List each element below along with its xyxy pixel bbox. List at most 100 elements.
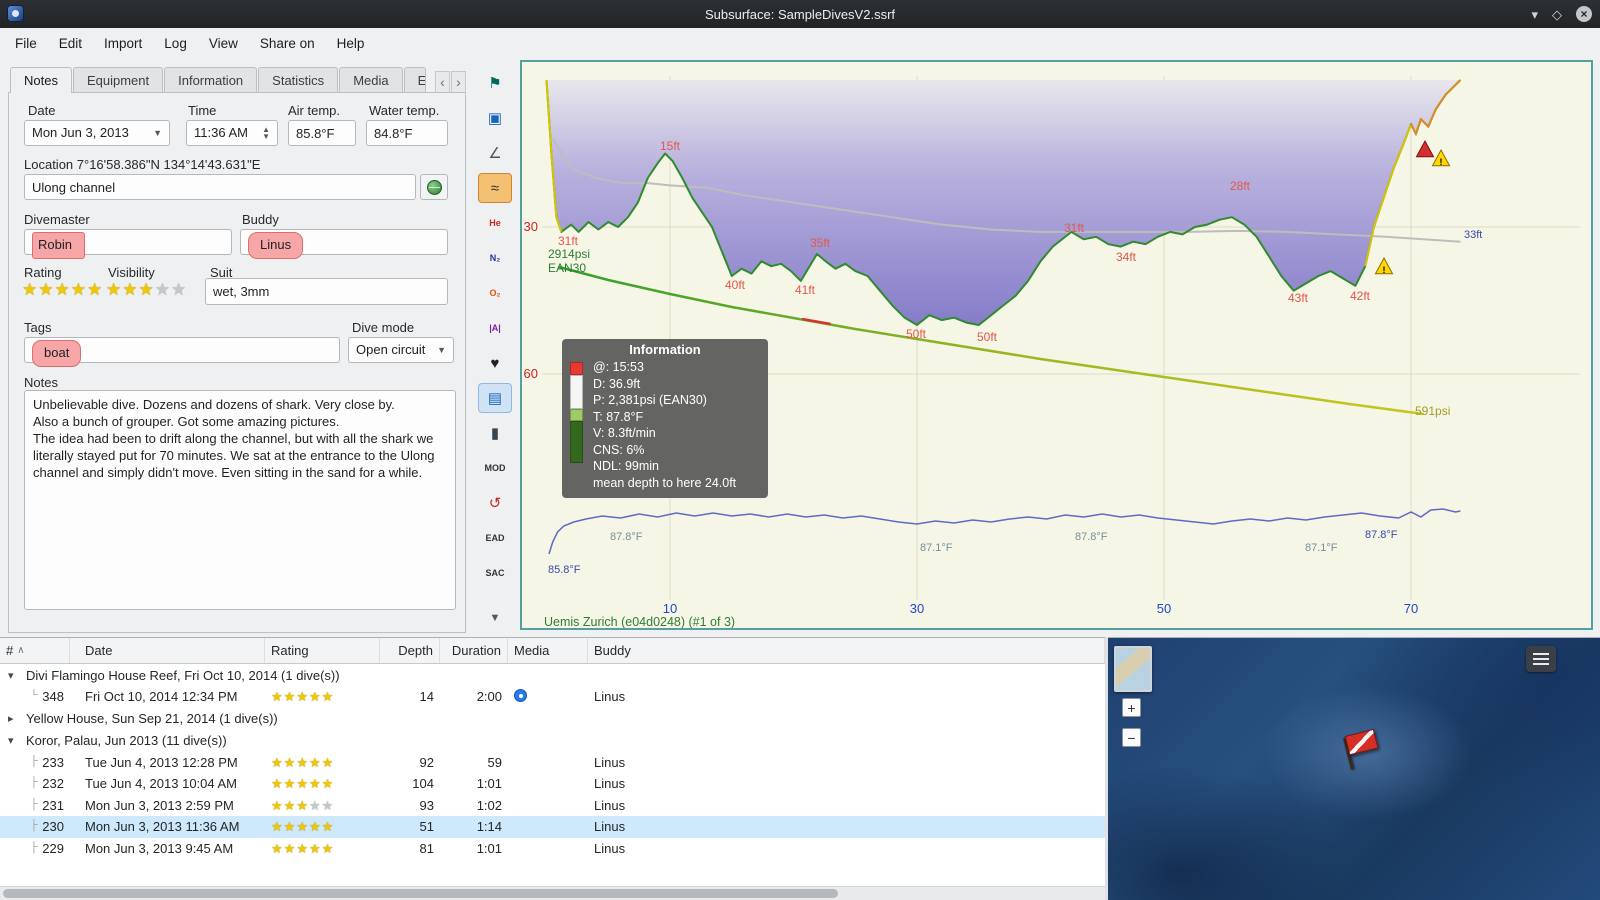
mod-toggle-icon[interactable]: MOD bbox=[478, 453, 512, 483]
time-spinner[interactable]: 11:36 AM ▲ ▼ bbox=[186, 120, 278, 146]
tab-equipment[interactable]: Equipment bbox=[72, 67, 164, 93]
star-rating[interactable]: ★ ★ ★ ★ ★ bbox=[106, 281, 187, 298]
ead-toggle-icon[interactable]: EAD bbox=[478, 523, 512, 553]
column-header-rating[interactable]: Rating bbox=[265, 638, 380, 663]
tab-notes[interactable]: Notes bbox=[10, 67, 72, 93]
menu-import[interactable]: Import bbox=[93, 32, 153, 55]
trip-row[interactable]: ▾ Koror, Palau, Jun 2013 (11 dive(s)) bbox=[0, 729, 1105, 752]
zoom-out-button[interactable]: − bbox=[1122, 728, 1141, 747]
star-rating[interactable]: ★ ★ ★ ★ ★ bbox=[22, 281, 103, 298]
minimize-icon[interactable]: ▾ bbox=[1531, 8, 1538, 21]
rating-stars[interactable]: ★ ★ ★ ★ ★ bbox=[22, 281, 103, 298]
collapse-icon[interactable]: ▾ bbox=[8, 669, 20, 682]
pictures-toggle-icon[interactable]: ▤ bbox=[478, 383, 512, 413]
sac-toggle-icon[interactable]: SAC bbox=[478, 558, 512, 588]
collapse-icon[interactable]: ▾ bbox=[8, 734, 20, 747]
close-icon[interactable]: × bbox=[1576, 6, 1592, 22]
zoom-in-button[interactable]: + bbox=[1122, 698, 1141, 717]
titlebar[interactable]: Subsurface: SampleDivesV2.ssrf ▾ ◇ × bbox=[0, 0, 1600, 28]
star-icon[interactable]: ★ bbox=[55, 281, 71, 298]
air-temp-field[interactable] bbox=[288, 120, 356, 146]
dive-row[interactable]: ├ 229 Mon Jun 3, 2013 9:45 AM ★ ★ ★ ★ ★ 81 1:01 Li… bbox=[0, 837, 1105, 859]
maximize-icon[interactable]: ◇ bbox=[1552, 8, 1562, 21]
divemaster-field[interactable]: Robin bbox=[24, 229, 232, 259]
star-icon[interactable]: ★ bbox=[171, 281, 187, 298]
warning-exclamation: ! bbox=[1440, 157, 1443, 167]
water-temp-label: Water temp. bbox=[369, 103, 440, 118]
menu-edit[interactable]: Edit bbox=[48, 32, 93, 55]
dive-site-marker[interactable] bbox=[1335, 721, 1390, 775]
tab-information[interactable]: Information bbox=[164, 67, 258, 93]
trip-row[interactable]: ▾ Divi Flamingo House Reef, Fri Oct 10, 2… bbox=[0, 664, 1105, 686]
heartrate-toggle-icon[interactable]: ♥ bbox=[478, 348, 512, 378]
dive-row[interactable]: ├ 230 Mon Jun 3, 2013 11:36 AM ★ ★ ★ ★ ★ 51 1:14 L… bbox=[0, 816, 1105, 838]
dive-profile-chart[interactable]: !! 15ft 31ft 35ft 40ft 41ft 50ft 50ft 31ft 34ft 28… bbox=[520, 60, 1593, 630]
infobox-line: @: 15:53 bbox=[593, 360, 644, 374]
star-icon: ★ bbox=[308, 776, 322, 792]
expand-icon[interactable]: ▸ bbox=[8, 712, 20, 725]
ruler-icon[interactable]: ∠ bbox=[478, 138, 512, 168]
photo-icon[interactable]: ▣ bbox=[478, 103, 512, 133]
column-header-buddy[interactable]: Buddy bbox=[588, 638, 1105, 663]
map-locate-button[interactable] bbox=[420, 174, 448, 200]
tags-field[interactable]: boat bbox=[24, 337, 340, 367]
column-header-num[interactable]: # ∧ bbox=[0, 638, 70, 663]
menu-help[interactable]: Help bbox=[326, 32, 376, 55]
tab-e[interactable]: E bbox=[403, 67, 426, 93]
dive-mode-select[interactable]: Open circuit ▼ bbox=[348, 337, 454, 363]
date-select[interactable]: Mon Jun 3, 2013 ▼ bbox=[24, 120, 170, 146]
water-temp-field[interactable] bbox=[366, 120, 448, 146]
spinner-arrows-icon[interactable]: ▲ ▼ bbox=[262, 126, 270, 141]
trip-row[interactable]: ▸ Yellow House, Sun Sep 21, 2014 (1 dive(… bbox=[0, 707, 1105, 730]
media-icon[interactable] bbox=[514, 688, 527, 702]
tab-scroll-right-icon[interactable]: › bbox=[451, 71, 466, 93]
star-icon[interactable]: ★ bbox=[71, 281, 87, 298]
column-header-date[interactable]: Date bbox=[70, 638, 265, 663]
notes-textarea[interactable]: Unbelievable dive. Dozens and dozens of … bbox=[24, 390, 456, 610]
dive-flag-icon[interactable]: ⚑ bbox=[478, 68, 512, 98]
tissues-toggle-icon[interactable]: |A| bbox=[478, 313, 512, 343]
temperature-label: 87.1°F bbox=[1305, 542, 1338, 554]
ceiling-toggle-icon[interactable]: ↺ bbox=[478, 488, 512, 518]
menu-share-on[interactable]: Share on bbox=[249, 32, 326, 55]
star-icon[interactable]: ★ bbox=[155, 281, 171, 298]
column-header-media[interactable]: Media bbox=[508, 638, 588, 663]
dive-number: ├ 232 bbox=[30, 776, 64, 792]
scrollbar-thumb[interactable] bbox=[3, 889, 838, 898]
column-header-duration[interactable]: Duration bbox=[440, 638, 508, 663]
star-icon[interactable]: ★ bbox=[106, 281, 122, 298]
star-icon[interactable]: ★ bbox=[38, 281, 54, 298]
tab-statistics[interactable]: Statistics bbox=[258, 67, 339, 93]
menu-file[interactable]: File bbox=[4, 32, 48, 55]
profile-scale-toggle-icon[interactable]: ≈ bbox=[478, 173, 512, 203]
column-header-depth[interactable]: Depth bbox=[380, 638, 440, 663]
menu-log[interactable]: Log bbox=[153, 32, 198, 55]
map-menu-button[interactable] bbox=[1526, 646, 1556, 672]
visibility-stars[interactable]: ★ ★ ★ ★ ★ bbox=[106, 281, 187, 298]
temperature-label: 87.8°F bbox=[610, 531, 643, 543]
tank-toggle-icon[interactable]: ▮ bbox=[478, 418, 512, 448]
star-icon[interactable]: ★ bbox=[22, 281, 38, 298]
star-icon[interactable]: ★ bbox=[87, 281, 103, 298]
scroll-down-icon[interactable]: ▼ bbox=[478, 603, 512, 633]
location-field[interactable] bbox=[24, 174, 416, 200]
menu-view[interactable]: View bbox=[198, 32, 249, 55]
pp-he-toggle-icon[interactable]: He bbox=[478, 208, 512, 238]
map-overview-thumbnail[interactable] bbox=[1114, 646, 1152, 692]
tab-scroll-left-icon[interactable]: ‹ bbox=[435, 71, 450, 93]
dive-row[interactable]: ├ 231 Mon Jun 3, 2013 2:59 PM ★ ★ ★ ★ ★ 93 1:02 Li… bbox=[0, 794, 1105, 816]
dive-row[interactable]: ├ 233 Tue Jun 4, 2013 12:28 PM ★ ★ ★ ★ ★ 92 59 Lin… bbox=[0, 751, 1105, 773]
suit-field[interactable] bbox=[205, 278, 448, 305]
date-value: Mon Jun 3, 2013 bbox=[32, 125, 129, 140]
tab-media[interactable]: Media bbox=[339, 67, 403, 93]
buddy-field[interactable]: Linus bbox=[240, 229, 448, 259]
dive-row[interactable]: ├ 232 Tue Jun 4, 2013 10:04 AM ★ ★ ★ ★ ★ 104 1:01… bbox=[0, 773, 1105, 795]
pp-o2-toggle-icon[interactable]: O₂ bbox=[478, 278, 512, 308]
pp-n2-toggle-icon[interactable]: N₂ bbox=[478, 243, 512, 273]
star-icon[interactable]: ★ bbox=[122, 281, 138, 298]
horizontal-scrollbar[interactable] bbox=[0, 886, 1105, 900]
star-icon[interactable]: ★ bbox=[139, 281, 155, 298]
subsurface-window: Subsurface: SampleDivesV2.ssrf ▾ ◇ × Fil… bbox=[0, 0, 1600, 900]
dive-row[interactable]: └ 348 Fri Oct 10, 2014 12:34 PM ★ ★ ★ ★ ★ 14 2:00… bbox=[0, 686, 1105, 708]
map-panel[interactable]: + − bbox=[1108, 637, 1600, 900]
